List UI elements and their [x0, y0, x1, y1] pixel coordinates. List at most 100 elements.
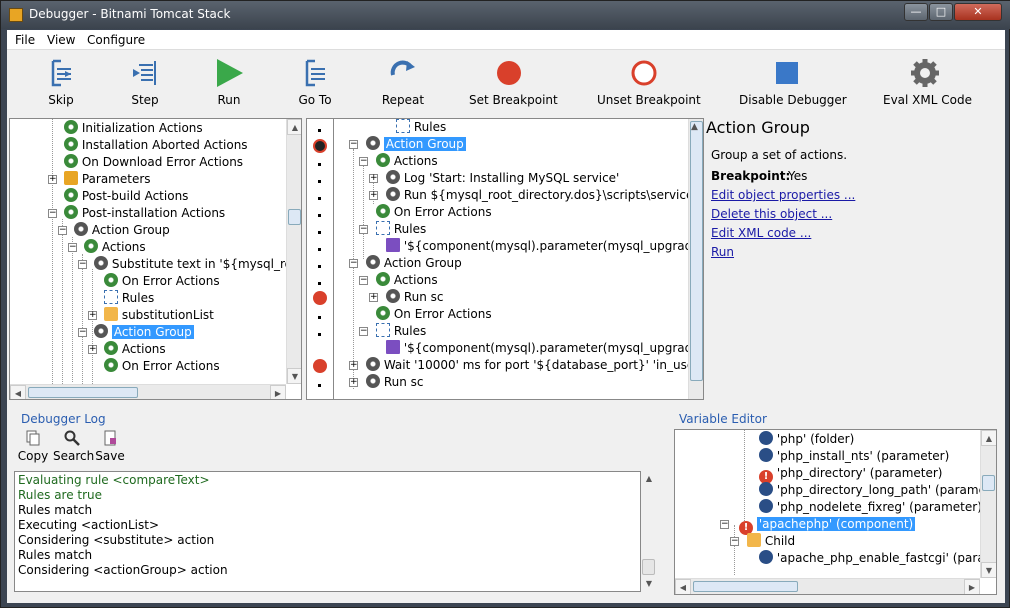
collapse-icon[interactable]: − [359, 225, 368, 234]
expand-icon[interactable]: + [349, 361, 358, 370]
expand-icon[interactable]: + [369, 174, 378, 183]
eval-xml-button[interactable]: Eval XML Code [883, 51, 972, 117]
tree-item[interactable]: Parameters [64, 171, 151, 188]
tree-item[interactable]: Wait '10000' ms for port '${database_por… [366, 357, 698, 374]
scroll-down-arrow[interactable]: ▼ [287, 368, 301, 384]
tree-item[interactable]: Action Group [366, 255, 462, 272]
run-link[interactable]: Run [711, 245, 734, 259]
breakpoint-icon[interactable] [313, 291, 327, 305]
disable-debugger-button[interactable]: Disable Debugger [739, 51, 847, 117]
scroll-thumb[interactable] [693, 581, 798, 592]
scroll-left-arrow[interactable]: ◀ [675, 579, 691, 594]
tree-item[interactable]: Rules [396, 119, 446, 136]
tree-item-selected[interactable]: ! 'apachephp' (component) [739, 516, 916, 535]
tree-item[interactable]: 'apache_php_enable_fastcgi' (parame [759, 550, 996, 567]
title-bar[interactable]: Debugger - Bitnami Tomcat Stack — □ ✕ [1, 1, 1010, 29]
tree-item[interactable]: 'php_directory_long_path' (parameter [759, 482, 996, 499]
breakpoint-gutter[interactable] [306, 118, 333, 400]
collapse-arrow-icon[interactable]: ▲ [691, 122, 698, 132]
edit-properties-link[interactable]: Edit object properties ... [711, 188, 855, 202]
run-button[interactable]: Run [209, 51, 249, 117]
variable-editor-vscroll[interactable]: ▲ ▼ [980, 430, 996, 578]
tree-item[interactable]: 'php_install_nts' (parameter) [759, 448, 949, 465]
tree-item[interactable]: Actions [104, 341, 166, 358]
scroll-right-arrow[interactable]: ▶ [964, 579, 980, 594]
collapse-icon[interactable]: − [68, 243, 77, 252]
tree-item[interactable]: Run ${mysql_root_directory.dos}\scripts\… [386, 187, 703, 204]
tree-item[interactable]: On Error Actions [376, 204, 492, 221]
tree-item[interactable]: Substitute text in '${mysql_root_ [94, 256, 301, 273]
tree-item[interactable]: Action Group [74, 222, 170, 239]
tree-item-selected[interactable]: Action Group [94, 324, 194, 341]
scroll-down-arrow[interactable]: ▼ [641, 576, 657, 592]
tree-item[interactable]: Log 'Start: Installing MySQL service' [386, 170, 619, 187]
tree-item[interactable]: On Error Actions [104, 358, 220, 375]
set-breakpoint-button[interactable]: Set Breakpoint [469, 51, 558, 117]
scroll-right-arrow[interactable]: ▶ [270, 385, 286, 399]
tree-item[interactable]: '${component(mysql).parameter(mysql_upgr… [386, 238, 703, 255]
tree-item[interactable]: On Error Actions [376, 306, 492, 323]
collapse-icon[interactable]: − [58, 226, 67, 235]
tree-item[interactable]: 'php' (folder) [759, 431, 854, 448]
tree-item[interactable]: Run sc [366, 374, 424, 391]
tree-item[interactable]: Installation Aborted Actions [64, 137, 248, 154]
tree-item[interactable]: Actions [376, 272, 438, 289]
menu-view[interactable]: View [47, 33, 75, 47]
scroll-left-arrow[interactable]: ◀ [10, 385, 26, 399]
tree-item[interactable]: Actions [376, 153, 438, 170]
tree-item[interactable]: Child [747, 533, 795, 550]
repeat-button[interactable]: Repeat [379, 51, 427, 117]
edit-xml-link[interactable]: Edit XML code ... [711, 226, 811, 240]
tree-item[interactable]: '${component(mysql).parameter(mysql_upgr… [386, 340, 703, 357]
expand-icon[interactable]: + [369, 191, 378, 200]
tree-item[interactable]: ! 'php_directory' (parameter) [759, 465, 942, 484]
tree-item[interactable]: Initialization Actions [64, 120, 203, 137]
tree-item[interactable]: Rules [376, 221, 426, 238]
scroll-up-arrow[interactable]: ▲ [981, 430, 996, 446]
tree-item[interactable]: 'php_nodelete_fixreg' (parameter) [759, 499, 982, 516]
copy-button[interactable]: Copy [17, 430, 49, 463]
tree-item[interactable]: Actions [84, 239, 146, 256]
save-button[interactable]: Save [95, 430, 125, 463]
tree-item[interactable]: On Error Actions [104, 273, 220, 290]
goto-button[interactable]: Go To [295, 51, 335, 117]
collapse-icon[interactable]: − [349, 140, 358, 149]
delete-object-link[interactable]: Delete this object ... [711, 207, 832, 221]
close-button[interactable]: ✕ [954, 3, 1002, 21]
tree-item[interactable]: On Download Error Actions [64, 154, 243, 171]
expand-icon[interactable]: + [88, 345, 97, 354]
expand-icon[interactable]: + [88, 311, 97, 320]
collapse-icon[interactable]: − [349, 259, 358, 268]
scroll-thumb[interactable] [642, 559, 655, 575]
scroll-up-arrow[interactable]: ▲ [287, 119, 301, 135]
tree-item-selected[interactable]: Action Group [366, 136, 466, 153]
tree-item[interactable]: Rules [376, 323, 426, 340]
collapse-icon[interactable]: − [359, 327, 368, 336]
debugger-log-text[interactable]: Evaluating rule <compareText> Rules are … [14, 471, 641, 592]
collapse-icon[interactable]: − [359, 276, 368, 285]
left-tree-vscroll[interactable]: ▲ ▼ [286, 119, 301, 384]
collapse-icon[interactable]: − [78, 260, 87, 269]
step-button[interactable]: Step [125, 51, 165, 117]
breakpoint-icon[interactable] [313, 359, 327, 373]
collapse-icon[interactable]: − [78, 328, 87, 337]
scroll-thumb[interactable] [288, 209, 301, 225]
scroll-thumb[interactable] [28, 387, 138, 398]
unset-breakpoint-button[interactable]: Unset Breakpoint [597, 51, 701, 117]
log-vscroll[interactable]: ▲ ▼ [641, 471, 657, 592]
menu-configure[interactable]: Configure [87, 33, 145, 47]
scroll-down-arrow[interactable]: ▼ [981, 562, 996, 578]
skip-button[interactable]: Skip [41, 51, 81, 117]
menu-file[interactable]: File [15, 33, 35, 47]
collapse-icon[interactable]: − [720, 520, 729, 529]
tree-item[interactable]: Rules [104, 290, 154, 307]
expand-icon[interactable]: + [349, 378, 358, 387]
minimize-button[interactable]: — [904, 3, 928, 21]
tree-item[interactable]: Post-installation Actions [64, 205, 225, 222]
tree-item[interactable]: Post-build Actions [64, 188, 188, 205]
expand-icon[interactable]: + [369, 293, 378, 302]
maximize-button[interactable]: □ [929, 3, 953, 21]
collapse-icon[interactable]: − [359, 157, 368, 166]
scroll-up-arrow[interactable]: ▲ [641, 471, 657, 487]
collapse-icon[interactable]: − [48, 209, 57, 218]
